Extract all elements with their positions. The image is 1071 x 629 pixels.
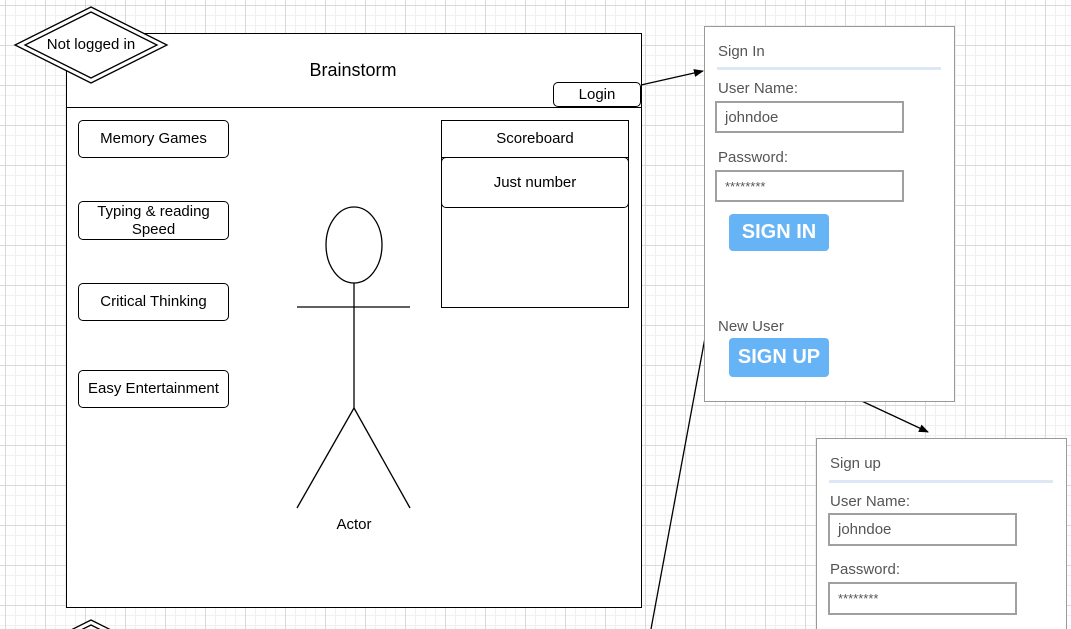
signup-title-underline — [829, 480, 1053, 483]
new-user-label: New User — [718, 318, 784, 335]
login-to-signin-arrow — [640, 69, 704, 86]
partial-diamond-shape — [71, 619, 111, 629]
signin-username-label: User Name: — [718, 80, 799, 97]
signup-password-field[interactable]: ******** — [828, 582, 1017, 615]
signin-button[interactable]: SIGN IN — [729, 214, 829, 251]
signup-button[interactable]: SIGN UP — [729, 338, 829, 377]
signin-password-field[interactable]: ******** — [715, 170, 904, 202]
signup-username-field[interactable]: johndoe — [828, 513, 1017, 546]
signin-password-label: Password: — [718, 149, 789, 166]
signup-form-title: Sign up — [830, 455, 881, 472]
signup-password-label: Password: — [830, 561, 901, 578]
actor-figure — [296, 206, 411, 509]
signup-username-label: User Name: — [830, 493, 911, 510]
login-status-text: Not logged in — [46, 36, 136, 53]
signin-form-title: Sign In — [718, 43, 765, 60]
signin-title-underline — [717, 67, 941, 70]
signin-username-field[interactable]: johndoe — [715, 101, 904, 133]
